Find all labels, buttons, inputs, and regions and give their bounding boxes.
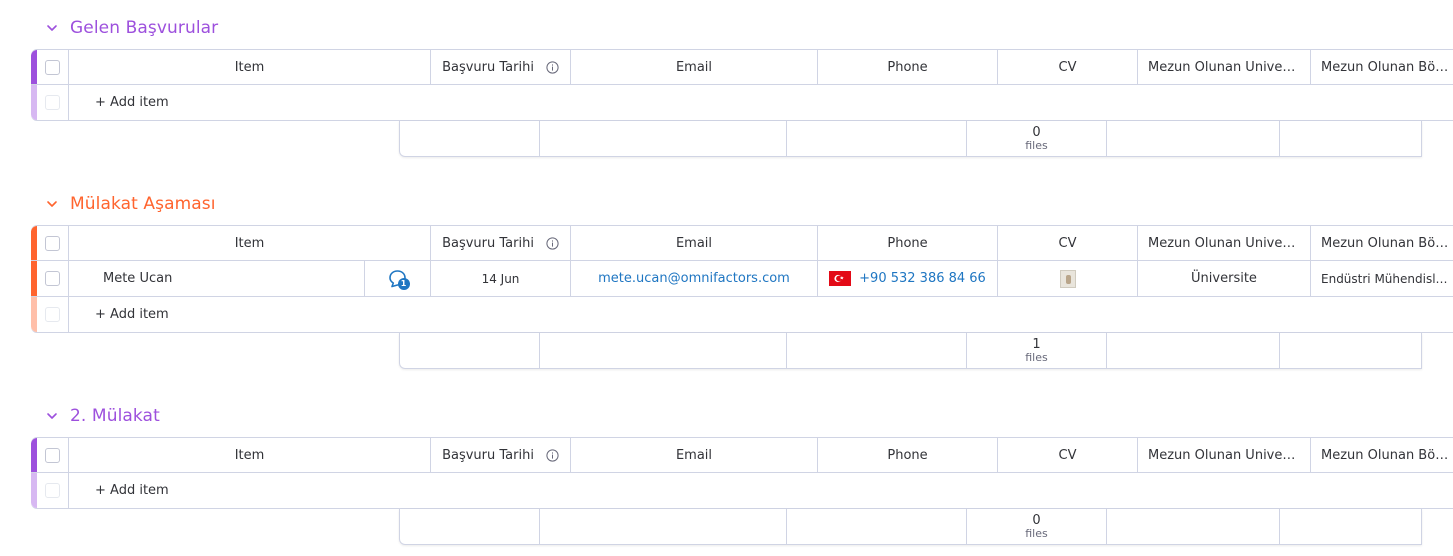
cv-files-summary[interactable]: 0 files (967, 121, 1107, 156)
group-title[interactable]: Mülakat Aşaması (70, 194, 216, 214)
document-thumbnail-icon[interactable] (1059, 269, 1076, 288)
phone-cell[interactable]: +90 532 386 84 66 (818, 261, 998, 296)
group-header[interactable]: Mülakat Aşaması (42, 192, 216, 216)
updates-count-badge: 1 (397, 277, 410, 290)
add-item-button[interactable]: + Add item (69, 297, 1453, 332)
table-header-row: Item Başvuru Tarihi Email Phone CV Mezun… (31, 225, 1453, 261)
cv-files-summary[interactable]: 0 files (967, 509, 1107, 544)
row-checkbox (45, 95, 60, 110)
row-checkbox (45, 483, 60, 498)
select-all-checkbox[interactable] (45, 235, 60, 251)
column-header-phone[interactable]: Phone (818, 50, 998, 84)
add-item-button[interactable]: + Add item (69, 85, 1453, 120)
column-header-cv[interactable]: CV (998, 226, 1138, 260)
email-cell[interactable]: mete.ucan@omnifactors.com (571, 261, 818, 296)
university-cell[interactable]: Üniversite (1138, 261, 1311, 296)
column-header-date[interactable]: Başvuru Tarihi (431, 226, 571, 260)
phone-number[interactable]: +90 532 386 84 66 (859, 271, 986, 286)
add-item-row: + Add item (31, 297, 1453, 333)
turkey-flag-icon (829, 271, 852, 286)
select-all-cell[interactable] (37, 50, 69, 84)
column-header-cv[interactable]: CV (998, 50, 1138, 84)
add-item-row: + Add item (31, 473, 1453, 509)
chevron-down-icon[interactable] (42, 194, 62, 214)
summary-row: 0 files (399, 509, 1422, 545)
row-checkbox (45, 307, 60, 322)
column-header-cv[interactable]: CV (998, 438, 1138, 472)
select-all-checkbox[interactable] (45, 59, 60, 75)
column-header-item[interactable]: Item (69, 226, 431, 260)
date-cell[interactable]: 14 Jun (431, 261, 571, 296)
summary-row: 0 files (399, 121, 1422, 157)
chevron-down-icon[interactable] (42, 18, 62, 38)
select-all-cell[interactable] (37, 226, 69, 260)
group-title[interactable]: Gelen Başvurular (70, 18, 218, 38)
info-icon[interactable] (546, 448, 559, 462)
column-header-phone[interactable]: Phone (818, 226, 998, 260)
column-header-department[interactable]: Mezun Olunan Bölüm (1311, 226, 1453, 260)
info-icon[interactable] (546, 236, 559, 250)
group-header[interactable]: Gelen Başvurular (42, 16, 218, 40)
column-header-item[interactable]: Item (69, 438, 431, 472)
cv-files-summary[interactable]: 1 files (967, 333, 1107, 368)
group-title[interactable]: 2. Mülakat (70, 406, 160, 426)
add-item-button[interactable]: + Add item (69, 473, 1453, 508)
select-all-checkbox[interactable] (45, 447, 60, 463)
add-item-row: + Add item (31, 85, 1453, 121)
column-header-phone[interactable]: Phone (818, 438, 998, 472)
column-header-department[interactable]: Mezun Olunan Bölüm (1311, 50, 1453, 84)
column-header-email[interactable]: Email (571, 438, 818, 472)
conversation-icon[interactable]: 1 (387, 269, 410, 290)
table-row[interactable]: Mete Ucan 1 14 Jun mete.ucan@omnifactors… (31, 261, 1453, 297)
column-header-date[interactable]: Başvuru Tarihi (431, 50, 571, 84)
column-header-department[interactable]: Mezun Olunan Bölüm (1311, 438, 1453, 472)
department-cell[interactable]: Endüstri Mühendisliği (1311, 261, 1453, 296)
chevron-down-icon[interactable] (42, 406, 62, 426)
cv-cell[interactable] (998, 261, 1138, 296)
group-header[interactable]: 2. Mülakat (42, 404, 160, 428)
updates-button[interactable]: 1 (365, 261, 431, 296)
column-header-university[interactable]: Mezun Olunan Üniversite (1138, 50, 1311, 84)
column-header-university[interactable]: Mezun Olunan Üniversite (1138, 226, 1311, 260)
column-header-university[interactable]: Mezun Olunan Üniversite (1138, 438, 1311, 472)
column-header-email[interactable]: Email (571, 226, 818, 260)
info-icon[interactable] (546, 60, 559, 74)
row-checkbox[interactable] (45, 271, 60, 286)
table-header-row: Item Başvuru Tarihi Email Phone CV Mezun… (31, 49, 1453, 85)
column-header-item[interactable]: Item (69, 50, 431, 84)
column-header-date[interactable]: Başvuru Tarihi (431, 438, 571, 472)
item-name-cell[interactable]: Mete Ucan (69, 261, 365, 296)
table-header-row: Item Başvuru Tarihi Email Phone CV Mezun… (31, 437, 1453, 473)
summary-row: 1 files (399, 333, 1422, 369)
column-header-email[interactable]: Email (571, 50, 818, 84)
select-all-cell[interactable] (37, 438, 69, 472)
email-link[interactable]: mete.ucan@omnifactors.com (598, 271, 790, 286)
